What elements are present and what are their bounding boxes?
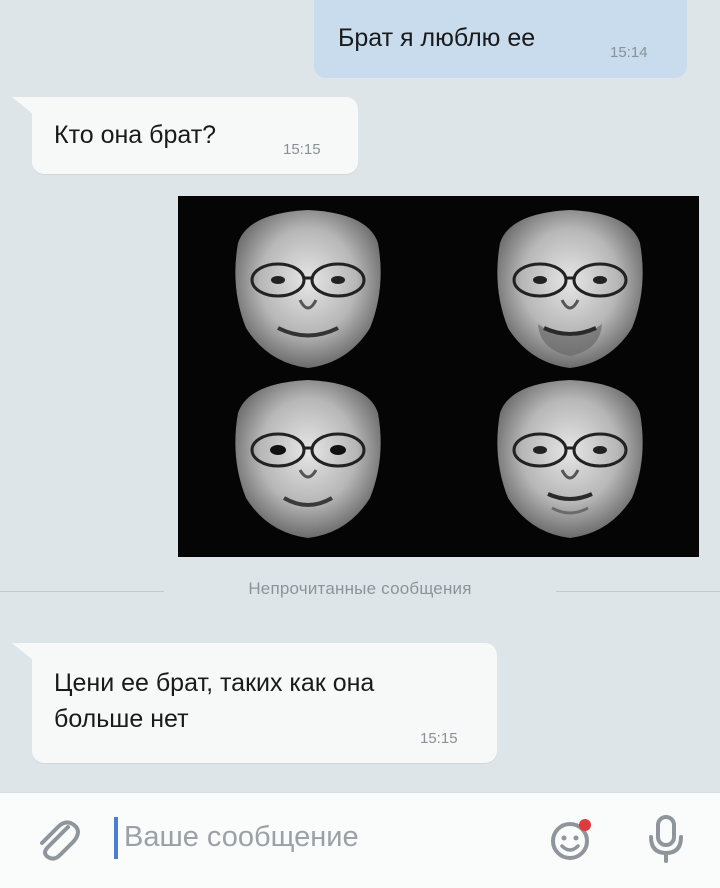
message-text: Брат я люблю ее (338, 24, 536, 52)
message-time: 15:15 (420, 730, 458, 747)
message-composer: Ваше сообщение (0, 792, 720, 888)
message-bubble-incoming[interactable]: Кто она брат? 15:15 (32, 97, 358, 174)
photo-attachment[interactable] (178, 196, 699, 557)
message-text-line-1: Цени ее брат, таких как она (54, 669, 375, 697)
faces-photo-image (235, 210, 643, 538)
divider-line-right (556, 591, 720, 592)
message-bubble-outgoing[interactable]: Брат я люблю ее 15:14 (314, 0, 687, 78)
message-bubble-incoming[interactable]: Цени ее брат, таких как она больше нет 1… (32, 643, 497, 763)
emoji-icon[interactable] (548, 815, 596, 863)
bubble-tail (12, 643, 34, 661)
text-caret (114, 817, 118, 859)
unread-divider-label: Непрочитанные сообщения (248, 579, 472, 598)
chat-area: Брат я люблю ее 15:14 Кто она брат? 15:1… (0, 0, 720, 792)
message-text: Кто она брат? (54, 121, 217, 149)
microphone-icon[interactable] (645, 813, 687, 865)
bubble-tail (12, 97, 34, 115)
message-time: 15:14 (610, 44, 648, 61)
message-text-line-2: больше нет (54, 705, 189, 733)
message-time: 15:15 (283, 141, 321, 158)
paperclip-icon[interactable] (30, 813, 84, 867)
message-input[interactable]: Ваше сообщение (124, 821, 359, 854)
